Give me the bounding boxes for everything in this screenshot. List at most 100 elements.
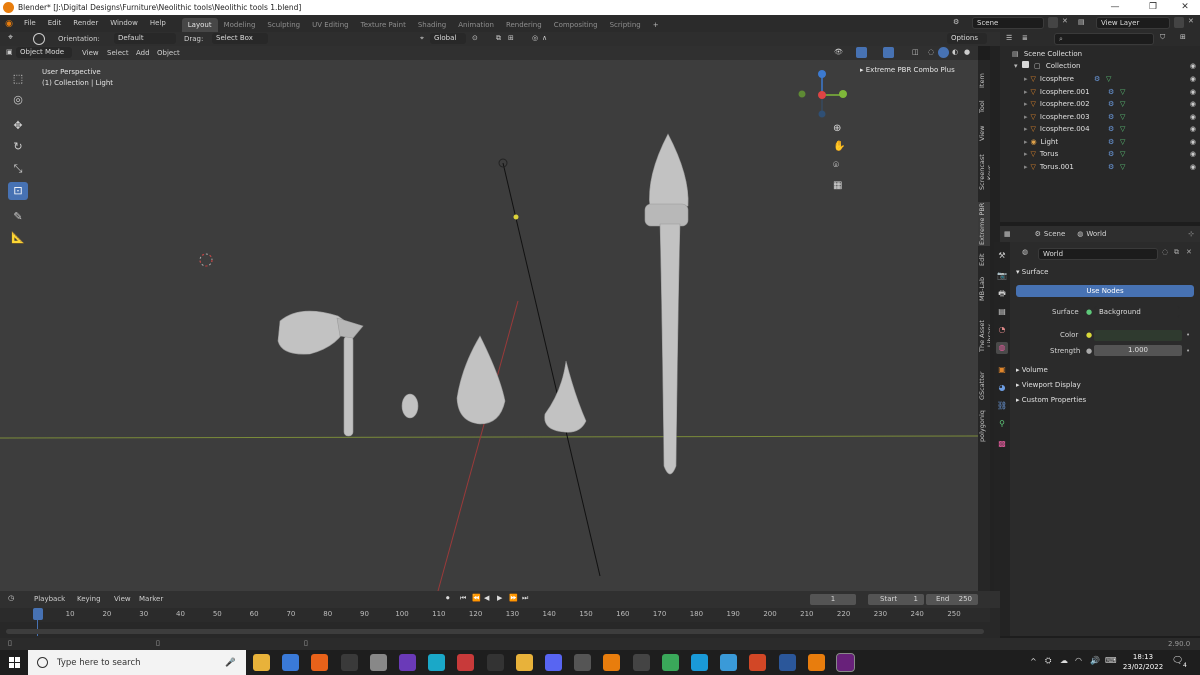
workspace-tab-animation[interactable]: Animation [452,18,500,32]
jump-start-icon[interactable]: ⏮ [460,594,466,603]
sidebar-tab-view[interactable]: View [978,122,990,144]
outliner-item[interactable]: ▸ ▽ Torus.001 ⚙ ▽ ◉ [1010,161,1200,174]
jump-key-back-icon[interactable]: ⏪ [472,594,481,602]
3d-viewport[interactable]: User Perspective (1) Collection | Light … [0,46,978,591]
new-scene-icon[interactable] [1048,17,1058,28]
clock-time[interactable]: 18:13 [1126,653,1160,661]
snap-icon[interactable]: ⧉ [496,34,501,43]
tool-tab-icon[interactable]: ⚒ [996,250,1008,262]
pivot-point-icon[interactable]: ⊙ [472,34,478,42]
workspace-tab-modeling[interactable]: Modeling [218,18,262,32]
people-icon[interactable]: ⛭ [1045,656,1051,666]
surface-shader-field[interactable]: Background [1094,306,1180,318]
expand-arrow-icon[interactable]: ▸ [1024,88,1028,96]
show-hidden-icons-icon[interactable]: ^ [1030,657,1037,666]
material-shading-icon[interactable]: ◐ [952,48,958,56]
measure-tool-icon[interactable]: 📐 [8,229,28,247]
rendered-shading-icon[interactable]: ● [964,48,970,56]
sidebar-tab-edit[interactable]: Edit [978,250,990,270]
view-layer-field[interactable]: View Layer [1096,17,1170,29]
playback-menu[interactable]: Playback [30,592,69,606]
duplicate-world-icon[interactable]: ⧉ [1174,248,1179,257]
modifier-wrench-icon[interactable]: ⚙ [1108,123,1114,136]
volume-panel-header[interactable]: ▸ Volume [1016,366,1048,374]
cloud-icon[interactable]: ☁ [1060,656,1068,665]
minimize-button[interactable]: — [1100,1,1130,14]
editor-type-icon[interactable]: ⌖ [8,33,13,43]
modifier-wrench-icon[interactable]: ⚙ [1108,161,1114,174]
workspace-tab-scripting[interactable]: Scripting [604,18,647,32]
modifier-wrench-icon[interactable]: ⚙ [1094,73,1100,86]
eye-icon[interactable]: ◉ [1190,148,1196,161]
scene-field[interactable]: Scene [972,17,1044,29]
checkbox-icon[interactable] [1021,61,1029,68]
outliner-item[interactable]: ▸ ▽ Torus ⚙ ▽ ◉ [1010,148,1200,161]
transform-orientation-dropdown[interactable]: Global [430,33,466,44]
menu-file[interactable]: File [18,15,42,32]
visual-studio-icon[interactable] [836,653,855,672]
eye-icon[interactable]: ◉ [1190,136,1196,149]
sidebar-tab-gscatter[interactable]: GScatter [978,368,990,404]
orientation-dropdown[interactable]: Default [114,33,176,44]
expand-arrow-icon[interactable]: ▸ [1024,150,1028,158]
workspace-tab-texture-paint[interactable]: Texture Paint [355,18,412,32]
sidebar-tab-item[interactable]: Item [978,70,990,92]
custom-properties-panel-header[interactable]: ▸ Custom Properties [1016,396,1086,404]
taskbar-search-box[interactable]: Type here to search 🎤 [28,650,246,675]
wifi-icon[interactable]: ◠ [1075,656,1082,665]
wave-app-icon[interactable] [691,654,708,671]
addon-panel-label[interactable]: ▸ Extreme PBR Combo Plus [860,66,955,74]
world-tab-icon[interactable]: ◍ [996,342,1008,354]
clock-date[interactable]: 23/02/2022 [1122,663,1164,671]
unlink-world-icon[interactable]: ✕ [1186,248,1192,256]
chrome-icon[interactable] [661,654,679,671]
firefox-icon[interactable] [311,654,329,671]
active-tool-icon[interactable] [33,33,45,45]
notifications-icon[interactable]: 🗨 [1172,656,1183,666]
end-frame-field[interactable]: End 250 [926,594,978,605]
outliner-collection[interactable]: ▾ ▢ Collection ◉ [1010,60,1200,73]
new-collection-icon[interactable]: ⊞ [1180,33,1186,41]
move-tool-icon[interactable]: ✥ [8,117,28,135]
outliner-item[interactable]: ▸ ▽ Icosphere.004 ⚙ ▽ ◉ [1010,123,1200,136]
mesh-data-icon[interactable]: ▽ [1120,111,1125,124]
mesh-data-icon[interactable]: ▽ [1120,123,1125,136]
outliner-item[interactable]: ▸ ◉ Light ⚙ ▽ ◉ [1010,136,1200,149]
word-icon[interactable] [778,654,796,671]
view-layer-tab-icon[interactable]: ▤ [996,306,1008,318]
output-tab-icon[interactable]: 🖶 [996,288,1008,300]
mesh-data-icon[interactable]: ▽ [1120,148,1125,161]
timeline-view-menu[interactable]: View [110,592,135,606]
workspace-tab-compositing[interactable]: Compositing [548,18,604,32]
close-button[interactable]: ✕ [1170,1,1200,14]
current-frame-field[interactable]: 1 [810,594,856,605]
outliner-item[interactable]: ▸ ▽ Icosphere.001 ⚙ ▽ ◉ [1010,86,1200,99]
modifier-wrench-icon[interactable]: ⚙ [1108,148,1114,161]
record-icon[interactable]: ⏺ [446,594,450,603]
delete-view-layer-icon[interactable]: ✕ [1188,17,1194,25]
viewport-menu-add[interactable]: Add [132,46,154,60]
expand-arrow-icon[interactable]: ▸ [1024,163,1028,171]
outliner-item[interactable]: ▸ ▽ Icosphere.003 ⚙ ▽ ◉ [1010,111,1200,124]
photos-app-icon[interactable] [720,654,738,671]
menu-help[interactable]: Help [144,15,172,32]
microphone-icon[interactable]: 🎤 [225,658,236,668]
world-browse-icon[interactable]: ◍ [1022,248,1028,256]
maya-icon[interactable] [428,654,446,671]
workspace-tab-layout[interactable]: Layout [181,17,218,32]
mesh-data-icon[interactable]: ▽ [1120,98,1125,111]
filter-icon[interactable]: ⛉ [1160,33,1165,42]
properties-editor-type-icon[interactable]: ▦ [1004,230,1011,238]
object-data-tab-icon[interactable]: ⚲ [996,418,1008,430]
expand-arrow-icon[interactable]: ▾ [1014,62,1018,70]
physics-tab-icon[interactable]: ◕ [996,382,1008,394]
zoom-icon[interactable]: ⊕ [833,123,841,134]
sidebar-tab-polygoniq[interactable]: polygoniq [978,408,990,444]
eye-icon[interactable]: ◉ [1190,123,1196,136]
sidebar-tab-tool[interactable]: Tool [978,96,990,118]
playhead[interactable] [33,608,43,620]
world-name-field[interactable]: World [1038,248,1158,260]
view-layer-icon[interactable]: ▤ [1078,18,1085,26]
mesh-data-icon[interactable]: ▽ [1120,136,1125,149]
eye-icon[interactable]: ◉ [1190,111,1196,124]
